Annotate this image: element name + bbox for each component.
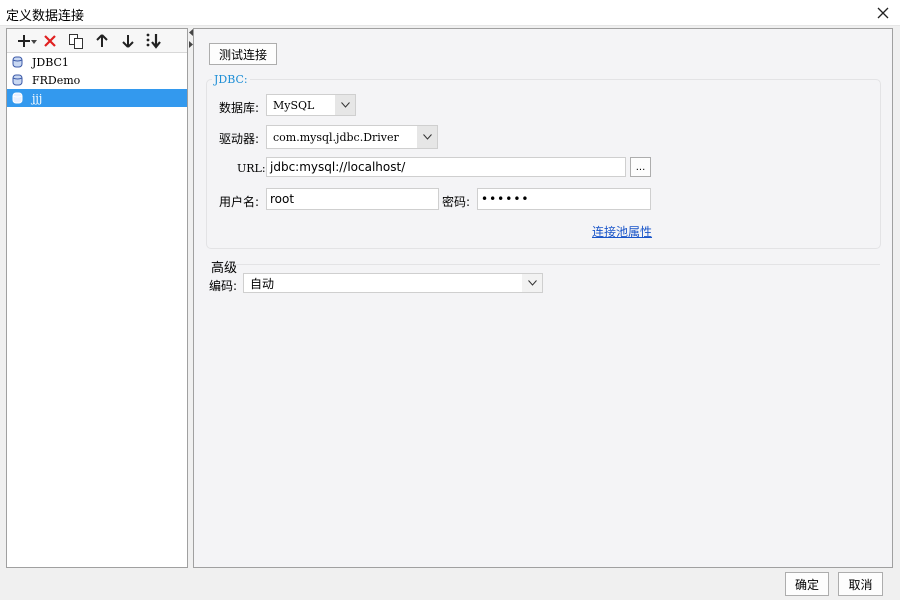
chevron-right-icon — [188, 41, 193, 48]
copy-connection-button[interactable] — [63, 30, 89, 52]
jdbc-group-legend: JDBC: — [212, 73, 250, 86]
sort-button[interactable] — [141, 30, 167, 52]
move-down-button[interactable] — [115, 30, 141, 52]
advanced-divider — [234, 264, 880, 265]
connection-settings-pane: 测试连接 JDBC: 数据库: MySQL 驱动器: com.mysql.jdb… — [193, 28, 893, 568]
database-dropdown-arrow[interactable] — [335, 95, 355, 115]
url-input[interactable]: jdbc:mysql://localhost/ — [266, 157, 626, 177]
dialog-footer: 确定 取消 — [0, 568, 900, 600]
driver-value: com.mysql.jdbc.Driver — [273, 130, 399, 144]
window-title: 定义数据连接 — [6, 9, 85, 24]
database-select[interactable]: MySQL — [266, 94, 356, 116]
title-bar: 定义数据连接 — [0, 0, 900, 26]
close-icon — [877, 7, 889, 19]
chevron-left-icon — [188, 29, 193, 36]
driver-dropdown-arrow[interactable] — [417, 126, 437, 148]
advanced-section-title: 高级 — [211, 261, 238, 276]
test-connection-button[interactable]: 测试连接 — [209, 43, 277, 65]
close-button[interactable] — [866, 0, 900, 26]
sort-icon — [146, 33, 161, 49]
encoding-label: 编码: — [209, 279, 238, 293]
dialog-body: JDBC1 FRDemo jjj 测试连接 JDBC: 数据库: MySQL 驱… — [0, 26, 900, 600]
connection-item-frdemo[interactable]: FRDemo — [7, 71, 187, 89]
password-label: 密码: — [442, 195, 471, 209]
connection-list-pane: JDBC1 FRDemo jjj — [6, 28, 188, 568]
url-browse-button[interactable]: ... — [630, 157, 651, 177]
connection-name: FRDemo — [32, 73, 81, 87]
database-value: MySQL — [273, 98, 315, 112]
pool-properties-link[interactable]: 连接池属性 — [592, 223, 652, 240]
password-input[interactable]: •••••• — [477, 188, 651, 210]
url-label: URL: — [237, 162, 266, 175]
move-up-button[interactable] — [89, 30, 115, 52]
chevron-down-icon — [340, 102, 350, 108]
copy-icon — [69, 33, 83, 49]
ok-button[interactable]: 确定 — [785, 572, 829, 596]
encoding-dropdown-arrow[interactable] — [522, 274, 542, 292]
database-icon — [12, 92, 23, 104]
arrow-down-icon — [122, 34, 134, 48]
database-icon — [12, 56, 23, 68]
arrow-up-icon — [96, 33, 108, 47]
encoding-select[interactable]: 自动 — [243, 273, 543, 293]
connection-item-jjj[interactable]: jjj — [7, 89, 187, 107]
delete-connection-button[interactable] — [37, 30, 63, 52]
encoding-value: 自动 — [250, 276, 275, 291]
chevron-down-icon — [527, 280, 537, 286]
username-label: 用户名: — [219, 195, 260, 209]
cancel-button[interactable]: 取消 — [838, 572, 883, 596]
connection-name: JDBC1 — [32, 55, 69, 69]
database-label: 数据库: — [219, 101, 260, 115]
connection-item-jdbc1[interactable]: JDBC1 — [7, 53, 187, 71]
plus-icon — [18, 34, 30, 47]
connection-toolbar — [7, 29, 187, 53]
delete-icon — [44, 34, 56, 47]
username-input[interactable]: root — [266, 188, 439, 210]
add-connection-button[interactable] — [11, 30, 37, 52]
driver-select[interactable]: com.mysql.jdbc.Driver — [266, 125, 438, 149]
connection-list: JDBC1 FRDemo jjj — [7, 53, 187, 107]
connection-name: jjj — [32, 91, 43, 105]
database-icon — [12, 74, 23, 86]
driver-label: 驱动器: — [219, 132, 260, 146]
chevron-down-icon — [422, 134, 432, 140]
